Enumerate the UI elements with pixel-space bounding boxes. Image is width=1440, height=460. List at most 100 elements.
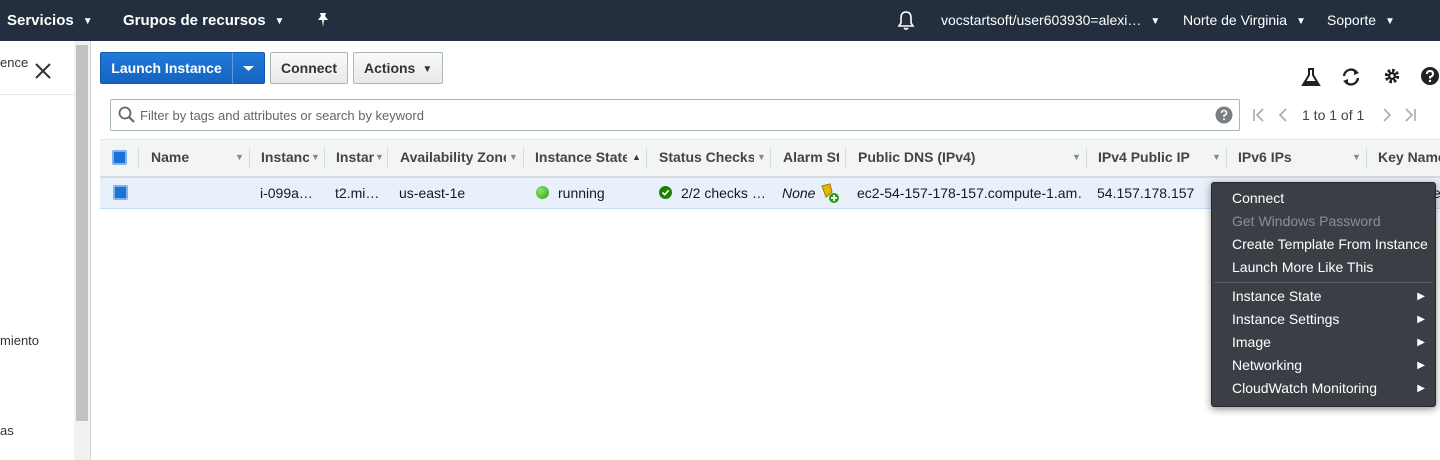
- column-divider: [387, 148, 388, 168]
- menu-item-networking[interactable]: Networking: [1232, 354, 1427, 377]
- menu-item-instance-settings[interactable]: Instance Settings: [1232, 308, 1427, 331]
- column-header-availability-zone[interactable]: Availability Zone: [400, 140, 506, 176]
- support-menu[interactable]: Soporte ▼: [1327, 0, 1395, 41]
- support-label: Soporte: [1327, 12, 1377, 28]
- cell-status-checks: 2/2 checks …: [681, 185, 766, 201]
- help-icon[interactable]: [1419, 66, 1440, 88]
- menu-item-instance-state[interactable]: Instance State: [1232, 285, 1427, 308]
- column-divider: [249, 148, 250, 168]
- menu-item-label: Instance Settings: [1232, 311, 1340, 327]
- menu-item-label: Networking: [1232, 357, 1303, 373]
- cell-instance-type: t2.mi…: [335, 185, 380, 201]
- services-menu[interactable]: Servicios ▼: [7, 0, 93, 41]
- next-page-icon[interactable]: [1381, 104, 1393, 126]
- help-icon[interactable]: [1215, 106, 1233, 124]
- sort-icon[interactable]: ▼: [509, 140, 518, 176]
- actions-label: Actions: [364, 60, 416, 76]
- chevron-down-icon: ▼: [1296, 16, 1306, 27]
- cell-instance-state: running: [558, 185, 605, 201]
- add-alarm-icon[interactable]: [820, 178, 840, 208]
- running-status-icon: [536, 186, 549, 199]
- launch-instance-dropdown[interactable]: [232, 52, 265, 84]
- chevron-down-icon: ▼: [1150, 16, 1161, 27]
- refresh-icon[interactable]: [1340, 66, 1362, 88]
- menu-item-label: Image: [1232, 334, 1271, 350]
- left-sidebar: ence miento as: [0, 41, 75, 460]
- scrollbar-thumb[interactable]: [76, 45, 88, 421]
- column-divider: [1086, 148, 1087, 168]
- column-header-ipv6-ips[interactable]: IPv6 IPs: [1238, 140, 1338, 176]
- cell-ipv4-public-ip: 54.157.178.157: [1097, 185, 1195, 201]
- column-header-name[interactable]: Name: [151, 140, 231, 176]
- chevron-down-icon: ▼: [82, 16, 93, 27]
- sort-icon[interactable]: ▼: [1212, 140, 1221, 176]
- sort-icon[interactable]: ▼: [757, 140, 766, 176]
- services-label: Servicios: [7, 12, 74, 29]
- sidebar-item-partial[interactable]: miento: [0, 333, 39, 348]
- launch-instance-button[interactable]: Launch Instance: [100, 52, 233, 84]
- menu-item-label: Instance State: [1232, 288, 1322, 304]
- flask-icon[interactable]: [1300, 66, 1322, 88]
- previous-page-icon[interactable]: [1277, 104, 1289, 126]
- select-all-checkbox[interactable]: [112, 150, 127, 165]
- submenu-arrow-icon: ▶: [1417, 291, 1425, 302]
- caret-down-icon: [243, 66, 254, 71]
- column-header-alarm-status[interactable]: Alarm St: [783, 140, 839, 176]
- filter-search-box: [110, 99, 1240, 131]
- menu-item-launch-more-like-this[interactable]: Launch More Like This: [1232, 256, 1373, 279]
- bell-icon[interactable]: [897, 0, 915, 41]
- menu-item-create-template[interactable]: Create Template From Instance: [1232, 233, 1428, 256]
- account-menu[interactable]: vocstartsoft/user603930=alexi… ▼: [941, 0, 1160, 41]
- submenu-arrow-icon: ▶: [1417, 337, 1425, 348]
- sort-icon[interactable]: ▼: [1072, 140, 1081, 176]
- sort-icon[interactable]: ▼: [311, 140, 320, 176]
- sidebar-item-partial[interactable]: ence: [0, 55, 28, 70]
- gear-icon[interactable]: [1381, 66, 1403, 88]
- table-header: Name ▼ Instance ▼ Instan ▼ Availability …: [100, 139, 1440, 177]
- column-header-status-checks[interactable]: Status Checks: [659, 140, 754, 176]
- sort-icon[interactable]: ▼: [1352, 140, 1361, 176]
- column-header-public-dns[interactable]: Public DNS (IPv4): [858, 140, 1058, 176]
- search-input[interactable]: [140, 105, 1200, 125]
- search-icon: [118, 106, 135, 123]
- resource-groups-label: Grupos de recursos: [123, 12, 266, 29]
- resource-groups-menu[interactable]: Grupos de recursos ▼: [123, 0, 284, 41]
- column-divider: [845, 148, 846, 168]
- close-icon[interactable]: [33, 61, 53, 81]
- cell-availability-zone: us-east-1e: [399, 185, 466, 201]
- first-page-icon[interactable]: [1252, 104, 1266, 126]
- connect-button[interactable]: Connect: [270, 52, 348, 84]
- menu-item-connect[interactable]: Connect: [1232, 187, 1284, 210]
- sort-icon[interactable]: ▼: [235, 140, 244, 176]
- row-checkbox[interactable]: [113, 185, 128, 200]
- region-label: Norte de Virginia: [1183, 12, 1288, 28]
- column-header-key-name[interactable]: Key Name: [1378, 140, 1440, 176]
- cell-name: [151, 178, 241, 208]
- menu-item-image[interactable]: Image: [1232, 331, 1427, 354]
- chevron-down-icon: ▼: [1385, 16, 1395, 27]
- column-header-instance-id[interactable]: Instance: [261, 140, 309, 176]
- sort-icon[interactable]: ▼: [375, 140, 384, 176]
- region-menu[interactable]: Norte de Virginia ▼: [1183, 0, 1306, 41]
- actions-button[interactable]: Actions ▼: [353, 52, 443, 84]
- pin-icon[interactable]: [316, 0, 330, 41]
- column-header-instance-state[interactable]: Instance State: [535, 140, 627, 176]
- account-label: vocstartsoft/user603930=alexi…: [941, 12, 1142, 28]
- column-header-instance-type[interactable]: Instan: [336, 140, 374, 176]
- menu-item-label: CloudWatch Monitoring: [1232, 380, 1377, 396]
- column-divider: [1366, 148, 1367, 168]
- divider: [0, 94, 74, 95]
- top-navigation-bar: Servicios ▼ Grupos de recursos ▼ vocstarts…: [0, 0, 1440, 41]
- sort-ascending-icon[interactable]: ▲: [632, 140, 641, 176]
- cell-public-dns: ec2-54-157-178-157.compute-1.am…: [857, 185, 1082, 201]
- sidebar-scrollbar[interactable]: [74, 41, 91, 460]
- menu-item-get-windows-password: Get Windows Password: [1232, 213, 1381, 229]
- menu-separator: [1214, 282, 1433, 283]
- column-header-ipv4-public-ip[interactable]: IPv4 Public IP: [1098, 140, 1198, 176]
- check-circle-icon: [659, 186, 672, 199]
- menu-item-cloudwatch-monitoring[interactable]: CloudWatch Monitoring: [1232, 377, 1427, 400]
- sidebar-item-partial[interactable]: as: [0, 423, 14, 438]
- last-page-icon[interactable]: [1403, 104, 1417, 126]
- column-divider: [770, 148, 771, 168]
- cell-alarm-status: None: [782, 185, 816, 201]
